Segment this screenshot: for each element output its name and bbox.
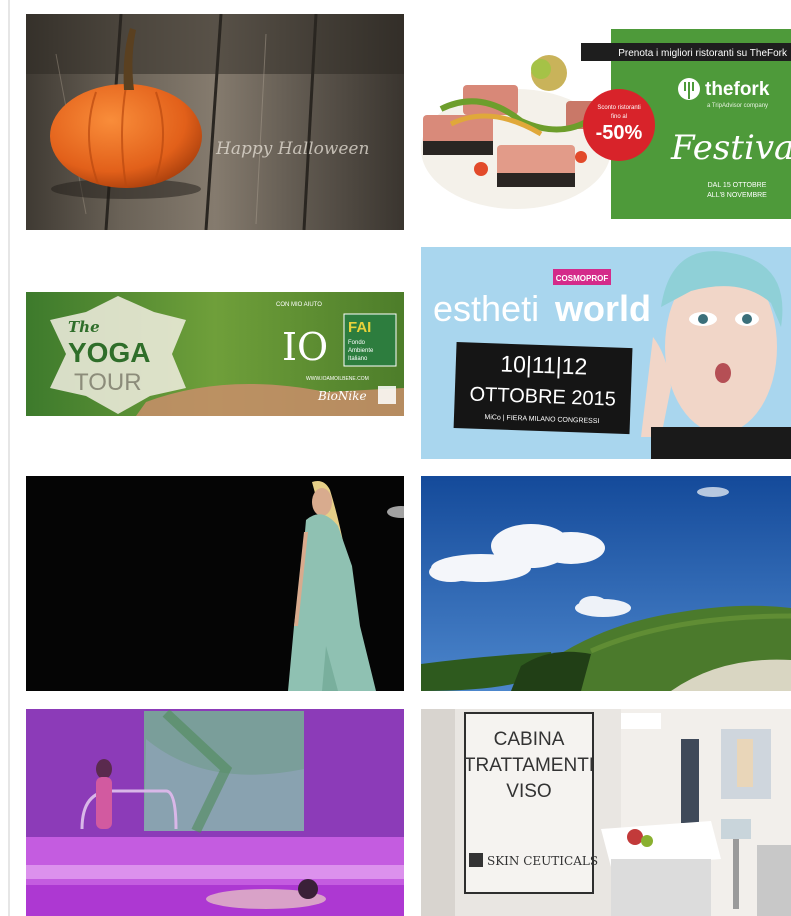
fai-logo: FAI	[348, 319, 371, 336]
fai-line-1: Fondo	[348, 340, 366, 346]
cabina-line2: TRATTAMENTI	[464, 755, 594, 776]
thefork-dates-line1: DAL 15 OTTOBRE	[708, 182, 767, 189]
yoga-tour-image: The YOGA TOUR CON MIO AIUTO IO FAI Fondo…	[26, 292, 404, 416]
gallery-tile-yoga-tour[interactable]: The YOGA TOUR CON MIO AIUTO IO FAI Fondo…	[26, 292, 404, 416]
thefork-banner-text: Prenota i migliori ristoranti su TheFork	[618, 48, 788, 59]
yoga-footer-url: WWW.IOAMOILBENE.COM	[306, 376, 369, 382]
cosmoprof-logo: COSMOPROF	[556, 274, 609, 283]
halloween-image: Happy Halloween	[26, 14, 404, 230]
spa-pool-image	[26, 709, 404, 916]
figure-standing	[96, 777, 112, 829]
esthetiworld-title-b: world	[554, 288, 651, 329]
gallery-tile-cabina-trattamenti[interactable]: CABINA TRATTAMENTI VISO SKIN CEUTICALS	[421, 709, 791, 916]
esthetiworld-title-a: estheti	[433, 288, 539, 329]
thefork-brand-sub: a TripAdvisor company	[707, 103, 768, 109]
cabina-brand: SKIN CEUTICALS	[487, 854, 598, 868]
gallery-tile-runway-model[interactable]	[26, 476, 404, 691]
gallery-tile-landscape[interactable]	[421, 476, 791, 691]
cabina-image: CABINA TRATTAMENTI VISO SKIN CEUTICALS	[421, 709, 791, 916]
yoga-signature: BioNike	[317, 389, 367, 403]
halloween-caption: Happy Halloween	[215, 139, 369, 159]
gallery-tile-esthetiworld[interactable]: COSMOPROF estheti world 10|11|12 OTTOBRE…	[421, 247, 791, 459]
yoga-io-logo: IO	[282, 325, 328, 369]
thefork-image: Prenota i migliori ristoranti su TheFork…	[421, 29, 791, 219]
yoga-tour: TOUR	[74, 369, 142, 396]
yoga-the: The	[68, 318, 100, 336]
cabina-line3: VISO	[506, 781, 551, 802]
thefork-badge-line2: fino al	[611, 114, 627, 120]
cabina-line1: CABINA	[494, 729, 565, 750]
fai-line-3: Italiano	[348, 356, 368, 362]
thefork-badge-line1: Sconto ristoranti	[597, 105, 640, 111]
gallery-tile-thefork-festival[interactable]: Prenota i migliori ristoranti su TheFork…	[421, 29, 791, 219]
bionike-icon	[378, 386, 396, 404]
skinceuticals-icon	[469, 853, 483, 867]
esthetiworld-dates: 10|11|12	[500, 351, 588, 380]
gallery-tile-halloween[interactable]: Happy Halloween	[26, 14, 404, 230]
landscape-image	[421, 476, 791, 691]
thefork-badge-value: -50%	[596, 122, 643, 144]
yoga-partner-line: CON MIO AIUTO	[276, 302, 322, 308]
thefork-festival: Festival	[670, 128, 791, 168]
thefork-dates-line2: ALL'8 NOVEMBRE	[707, 192, 767, 199]
gallery-tile-spa-pool[interactable]	[26, 709, 404, 916]
thefork-brand: thefork	[705, 79, 770, 100]
esthetiworld-image: COSMOPROF estheti world 10|11|12 OTTOBRE…	[421, 247, 791, 459]
runway-image	[26, 476, 404, 691]
page-left-border	[8, 0, 10, 916]
fai-line-2: Ambiente	[348, 348, 374, 354]
yoga-title: YOGA	[68, 337, 150, 368]
